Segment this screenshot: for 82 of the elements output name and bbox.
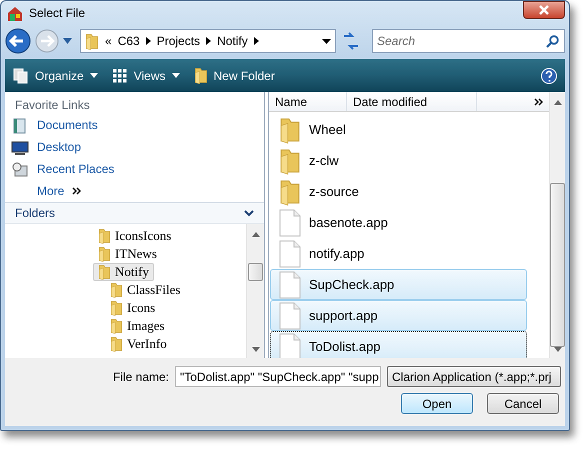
documents-icon — [12, 118, 28, 134]
folder-icon — [110, 336, 123, 352]
folder-tree-item[interactable]: Notify — [93, 263, 154, 281]
file-list-item[interactable]: support.app — [270, 300, 527, 331]
folder-icon — [98, 264, 111, 280]
file-list-item[interactable]: z-source — [270, 176, 527, 207]
dialog-button[interactable]: Cancel — [487, 393, 559, 414]
newfolder-button[interactable]: New Folder — [194, 66, 275, 84]
file-list-item[interactable]: basenote.app — [270, 207, 527, 238]
chevron-down-icon — [244, 210, 254, 216]
folders-header[interactable]: Folders — [5, 202, 264, 224]
section-heading: Folders — [15, 205, 56, 222]
column-header[interactable]: Name — [269, 92, 347, 111]
breadcrumb-item[interactable]: C63 — [118, 32, 140, 50]
folder-icon — [85, 32, 99, 50]
file-list-item[interactable]: z-clw — [270, 145, 527, 176]
close-icon — [539, 5, 549, 15]
folder-icon — [98, 228, 111, 244]
section-heading: Favorite Links — [14, 97, 91, 114]
folder-icon — [279, 116, 301, 144]
close-button[interactable] — [523, 1, 565, 19]
dropdown-arrow-icon — [322, 38, 331, 44]
double-chevron-icon — [534, 98, 543, 106]
scrollbar[interactable] — [246, 224, 264, 358]
breadcrumb-item[interactable]: Projects — [156, 32, 200, 50]
caret-icon — [90, 73, 98, 78]
file-icon — [279, 240, 301, 268]
double-chevron-icon — [72, 187, 82, 195]
favorite-link[interactable]: Recent Places — [5, 158, 120, 180]
help-icon — [541, 68, 557, 84]
back-button[interactable] — [5, 28, 31, 54]
caret-icon — [172, 73, 180, 78]
folder-tree-item[interactable]: Images — [105, 317, 170, 335]
scroll-down-icon[interactable] — [252, 347, 260, 352]
scrollbar[interactable] — [549, 92, 565, 358]
folder-tree-item[interactable]: VerInfo — [105, 335, 172, 353]
folder-icon — [279, 146, 301, 174]
file-list-item[interactable]: notify.app — [270, 238, 527, 269]
chevron-right-icon — [146, 37, 151, 45]
favorite-link[interactable]: Desktop — [5, 136, 88, 158]
column-header[interactable]: Date modified — [347, 92, 477, 111]
file-icon — [279, 208, 301, 236]
folder-tree-item[interactable]: ITNews — [93, 245, 162, 263]
folder-icon — [194, 67, 208, 84]
favorite-link[interactable]: More — [5, 180, 88, 202]
folder-icon — [279, 178, 301, 206]
folder-icon — [110, 300, 123, 316]
scroll-up-icon[interactable] — [554, 100, 562, 105]
folder-icon — [110, 282, 123, 298]
overflow-chevron[interactable]: « — [105, 32, 112, 50]
search-icon — [546, 35, 559, 48]
file-list-item[interactable]: Wheel — [270, 114, 527, 145]
recent-places-icon — [12, 162, 28, 178]
chevron-right-icon — [254, 37, 259, 45]
field-label: File name: — [112, 368, 169, 386]
dialog-button[interactable]: Open — [401, 393, 473, 414]
scroll-thumb[interactable] — [550, 182, 565, 348]
grid-icon — [112, 68, 128, 84]
breadcrumb-item[interactable]: Notify — [217, 32, 248, 50]
scroll-up-icon[interactable] — [252, 232, 260, 237]
file-list-item[interactable]: SupCheck.app — [270, 269, 527, 300]
organize-button[interactable]: Organize — [13, 66, 98, 84]
monitor-icon — [11, 140, 29, 155]
file-type-dropdown[interactable]: Clarion Application (*.app;*.prj — [387, 366, 561, 387]
app-icon — [7, 6, 23, 22]
folder-tree-item[interactable]: IconsIcons — [93, 227, 176, 245]
file-name-field[interactable]: "ToDolist.app" "SupCheck.app" "supp — [175, 366, 381, 387]
chevron-right-icon — [206, 37, 212, 45]
folder-icon — [98, 246, 111, 262]
views-button[interactable]: Views — [112, 66, 180, 84]
folder-icon — [110, 318, 123, 334]
pages-icon — [13, 68, 29, 84]
favorite-link[interactable]: Documents — [5, 114, 104, 136]
scroll-thumb[interactable] — [248, 263, 263, 281]
file-icon — [279, 302, 301, 330]
window-title: Select File — [29, 5, 86, 22]
search-field[interactable]: Search — [372, 29, 565, 53]
file-icon — [279, 270, 301, 298]
folder-tree-item[interactable]: Icons — [105, 299, 160, 317]
history-dropdown-icon[interactable] — [63, 38, 72, 44]
folder-tree-item[interactable]: ClassFiles — [105, 281, 186, 299]
address-bar[interactable]: « C63 Projects Notify — [80, 29, 336, 53]
